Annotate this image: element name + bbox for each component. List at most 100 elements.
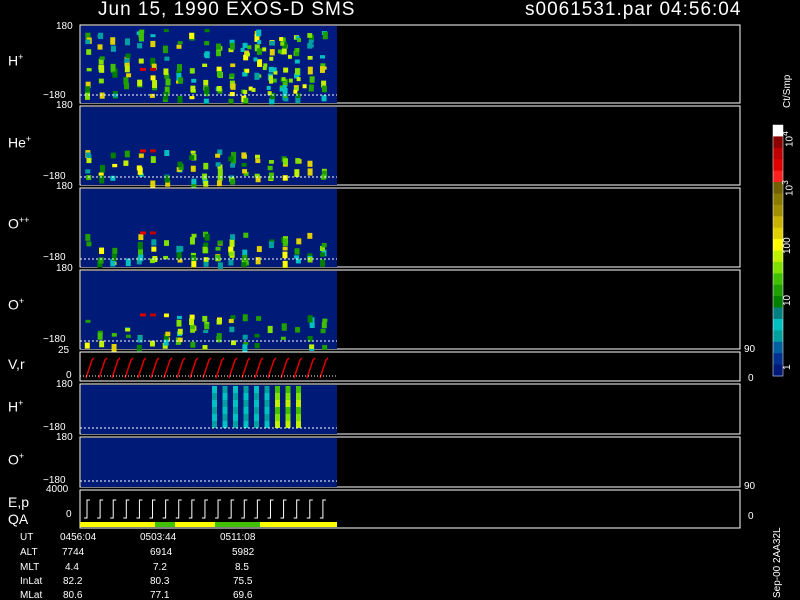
spectrogram-cell <box>283 67 289 73</box>
spectrogram-cell <box>177 328 183 335</box>
spectrogram-cell <box>280 336 286 340</box>
spectrogram-cell <box>190 341 196 348</box>
spectrogram-cell <box>99 164 105 173</box>
spectrogram-cell <box>269 56 274 61</box>
spectrogram-cell <box>215 153 221 158</box>
vr-line-segment <box>319 357 329 379</box>
spectrogram-cell <box>294 59 300 64</box>
eph-mlt-3: 8.5 <box>235 562 249 573</box>
plot-canvas <box>79 24 784 529</box>
spectrogram-cell <box>230 315 236 320</box>
spectrogram-cell <box>86 49 92 55</box>
spectrogram-cell <box>111 333 117 337</box>
spectrogram-cell <box>267 325 273 334</box>
spectrogram-cell <box>254 400 259 407</box>
spectrogram-cell <box>216 86 222 92</box>
spectrogram-cell <box>287 54 292 59</box>
spectrogram-cell <box>264 407 270 414</box>
spectrogram-cell <box>256 246 262 253</box>
spectrogram-cell <box>285 414 291 421</box>
spectrogram-cell <box>222 414 228 421</box>
spectrogram-cell <box>243 400 249 407</box>
spectrogram-cell <box>202 345 208 350</box>
spectrogram-cell <box>295 93 301 99</box>
spectrogram-cell <box>282 260 288 268</box>
spectrogram-cell <box>307 168 313 176</box>
spectrogram-cell <box>256 29 262 37</box>
spectrogram-cell <box>285 421 291 428</box>
colorbar-swatch <box>773 261 783 274</box>
spectrogram-cell <box>149 93 155 98</box>
spectrogram-cell <box>125 328 131 332</box>
spectrogram-cell <box>163 91 169 100</box>
spectrogram-cell <box>190 85 196 93</box>
spectrogram-cell <box>150 67 156 71</box>
panel-label-o-plus-2: O+ <box>8 451 25 468</box>
spectrogram-cell <box>307 43 313 49</box>
panel-label-h-plus-2: H+ <box>8 398 24 415</box>
qa-bar <box>215 522 260 527</box>
spectrogram-cell <box>212 407 217 414</box>
spectrogram-cell <box>307 256 313 263</box>
spectrogram-cell <box>124 65 130 73</box>
spectrogram-cell <box>162 45 168 54</box>
spectrogram-cell <box>264 414 270 421</box>
spectrogram-cell <box>241 262 247 268</box>
spectrogram-cell <box>268 160 274 164</box>
spectrogram-cell <box>240 47 245 52</box>
spectrogram-cell <box>189 96 195 100</box>
vr-line-segment <box>280 357 290 379</box>
spectrogram-cell <box>228 98 234 104</box>
spectrogram-cell <box>296 77 301 82</box>
spectrogram-cell <box>140 313 146 317</box>
spectrogram-cell <box>216 71 222 77</box>
vr-line-segment <box>267 357 277 379</box>
spectrogram-cell <box>296 386 301 393</box>
spectrogram-cell <box>243 232 249 238</box>
spectrogram-cell <box>275 386 280 393</box>
spectrogram-cell <box>322 318 328 323</box>
spectrogram-cell <box>279 87 284 92</box>
spectrogram-cell <box>242 314 248 322</box>
spectrogram-cell <box>204 233 210 241</box>
panel-label-o-plus-plus: O++ <box>8 215 30 232</box>
spectrogram-cell <box>164 56 170 61</box>
spectrogram-cell <box>177 95 183 103</box>
spectrogram-background <box>81 271 337 349</box>
spectrogram-cell <box>202 63 208 68</box>
spectrogram-cell <box>125 334 131 338</box>
spectrogram-cell <box>285 393 291 400</box>
spectrogram-cell <box>86 68 92 72</box>
spectrogram-cell <box>309 76 315 83</box>
colorbar-swatch <box>773 273 783 286</box>
eph-mlt-2: 7.2 <box>153 562 167 573</box>
spectrogram-cell <box>296 238 302 245</box>
spectrogram-cell <box>138 33 144 42</box>
eph-alt-3: 5982 <box>232 547 255 558</box>
panel-label-vr: V,r <box>8 356 25 372</box>
spectrogram-cell <box>85 234 91 241</box>
eph-label-mlt: MLT <box>20 562 40 573</box>
spectrogram-background <box>81 189 337 267</box>
eph-ut-2: 0503:44 <box>140 532 177 543</box>
spectrogram-cell <box>178 77 184 84</box>
spectrogram-cell <box>85 39 91 45</box>
spectrogram-cell <box>319 66 325 73</box>
spectrogram-cell <box>151 246 157 252</box>
vr-line-segment <box>111 357 121 379</box>
spectrogram-cell <box>176 319 182 327</box>
spectrogram-cell <box>138 234 144 241</box>
spectrogram-cell <box>322 31 328 40</box>
spectrogram-cell <box>254 407 259 414</box>
vr-line-segment <box>176 357 186 379</box>
colorbar-label-10: 10 <box>782 294 793 306</box>
spectrogram-cell <box>152 80 158 89</box>
panel-label-qa: QA <box>8 511 29 527</box>
spectrogram-cell <box>85 92 91 100</box>
spectrogram-cell <box>268 172 274 180</box>
spectrogram-cell <box>137 241 143 250</box>
spectrogram-cell <box>190 325 196 330</box>
eph-alt-1: 7744 <box>62 547 85 558</box>
spectrogram-cell <box>110 63 116 72</box>
spectrogram-cell <box>163 313 169 318</box>
